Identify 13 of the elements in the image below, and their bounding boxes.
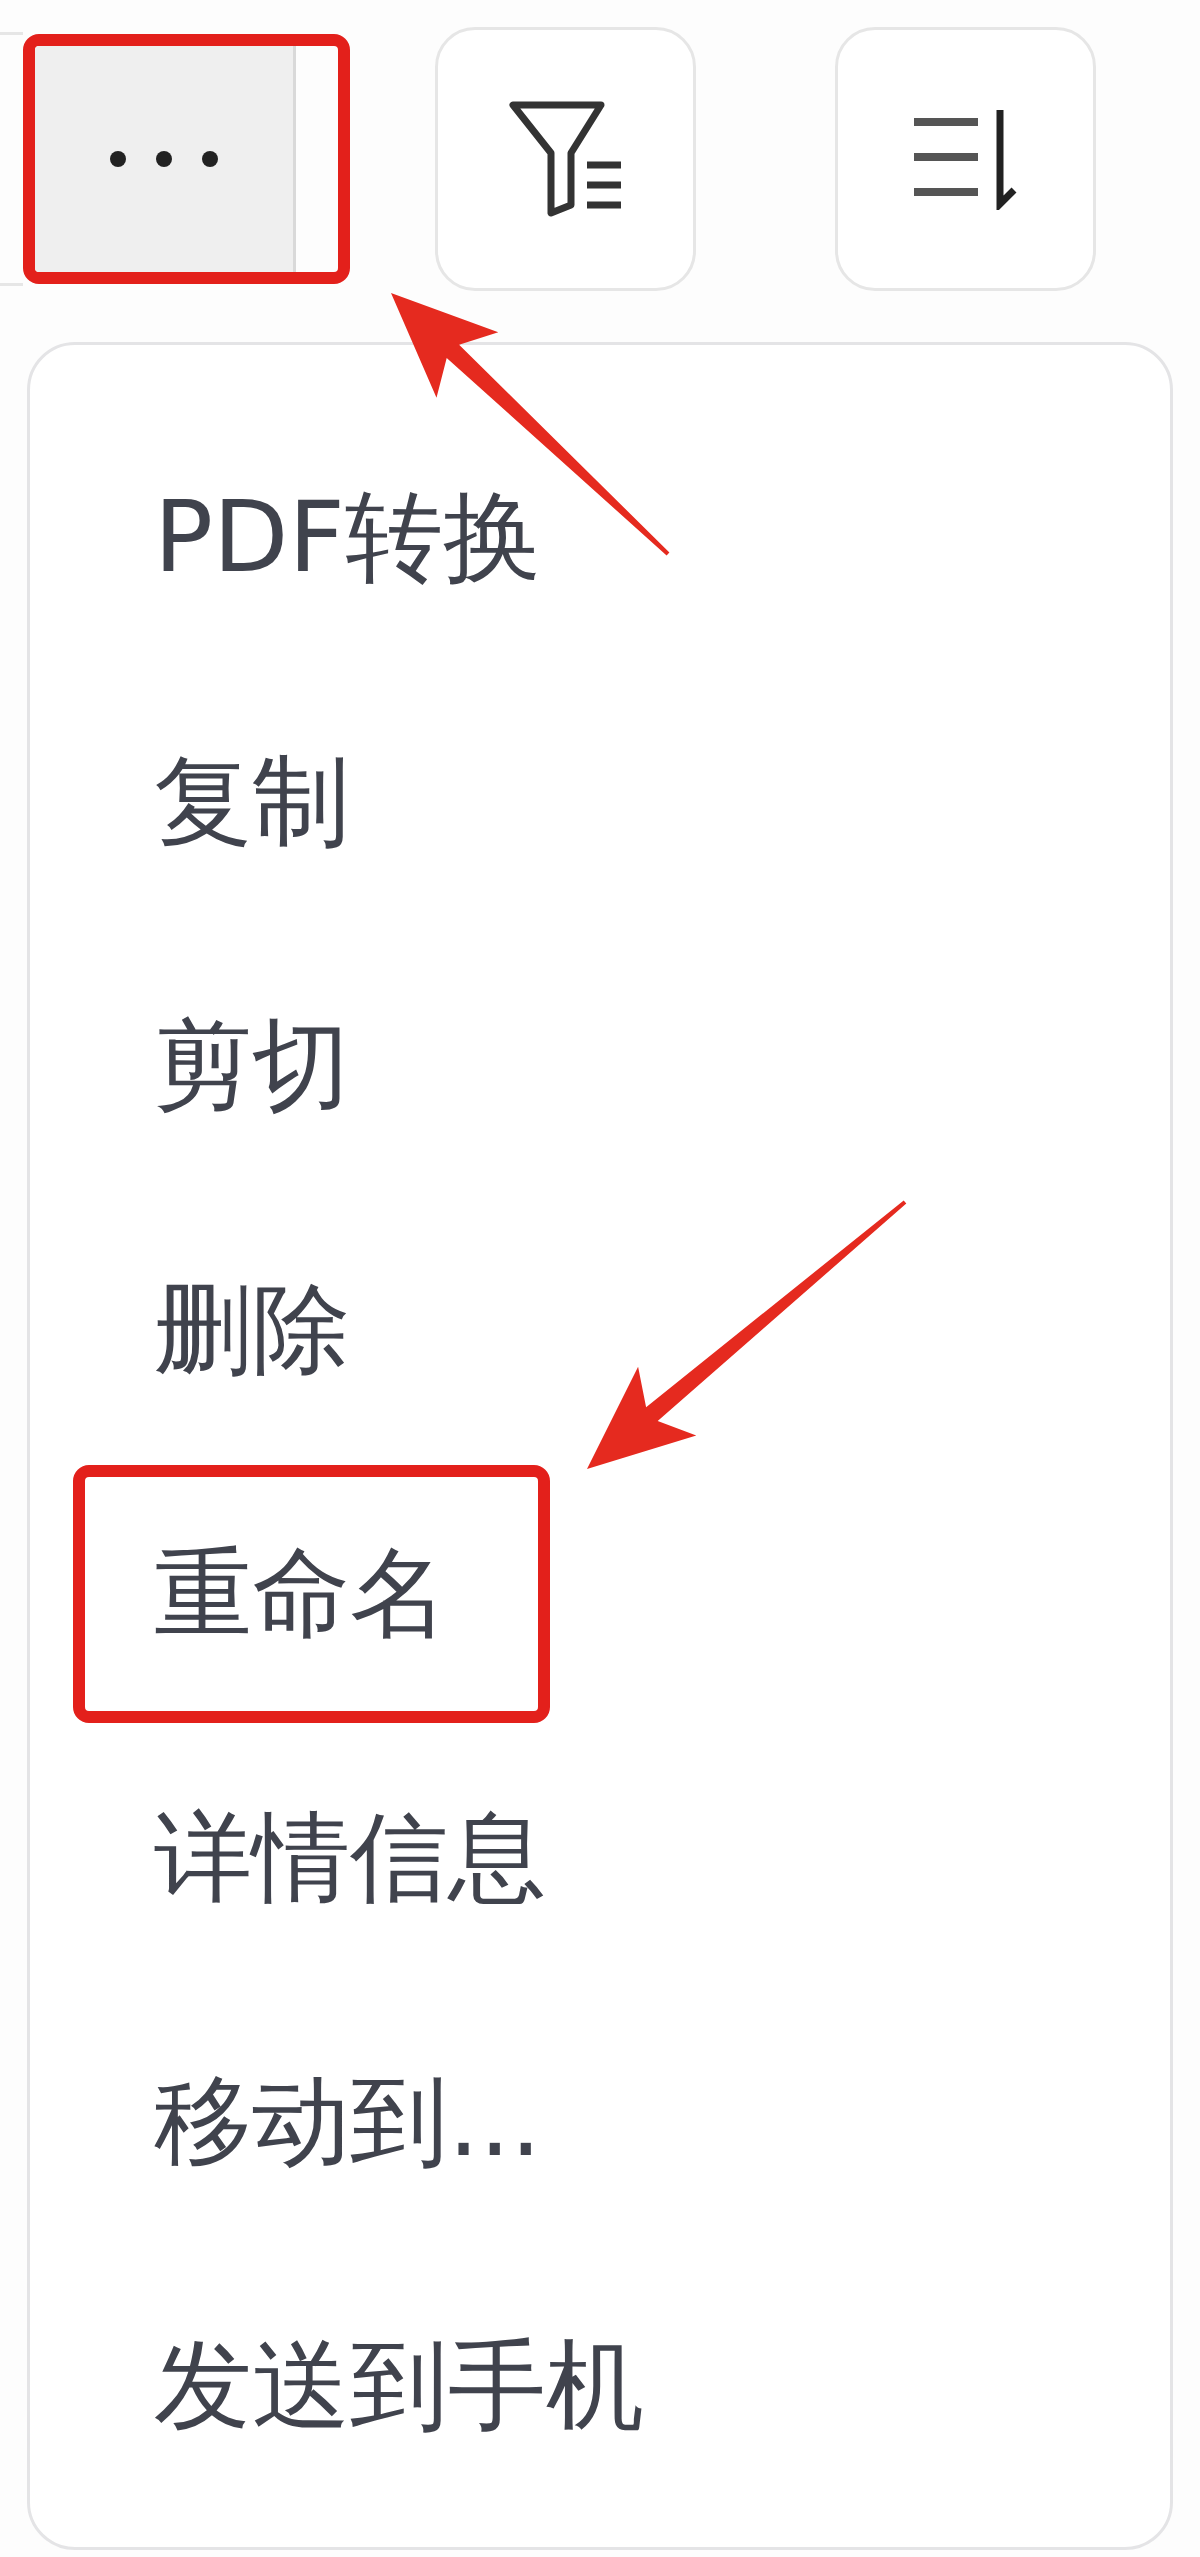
menu-item[interactable]: 移动到... [154,2063,542,2181]
filter-icon [508,101,623,217]
sort-button[interactable] [835,27,1096,291]
sort-icon [913,108,1018,210]
menu-item[interactable]: PDF转换 [154,479,541,597]
menu-item[interactable]: 重命名 [154,1535,448,1653]
menu-item[interactable]: 发送到手机 [154,2327,644,2445]
menu-item[interactable]: 剪切 [154,1007,350,1125]
more-icon [110,151,218,167]
menu-item[interactable]: 复制 [154,743,350,861]
menu-item[interactable]: 详情信息 [154,1799,546,1917]
filter-button[interactable] [435,27,696,291]
menu-item[interactable]: 删除 [154,1271,350,1389]
